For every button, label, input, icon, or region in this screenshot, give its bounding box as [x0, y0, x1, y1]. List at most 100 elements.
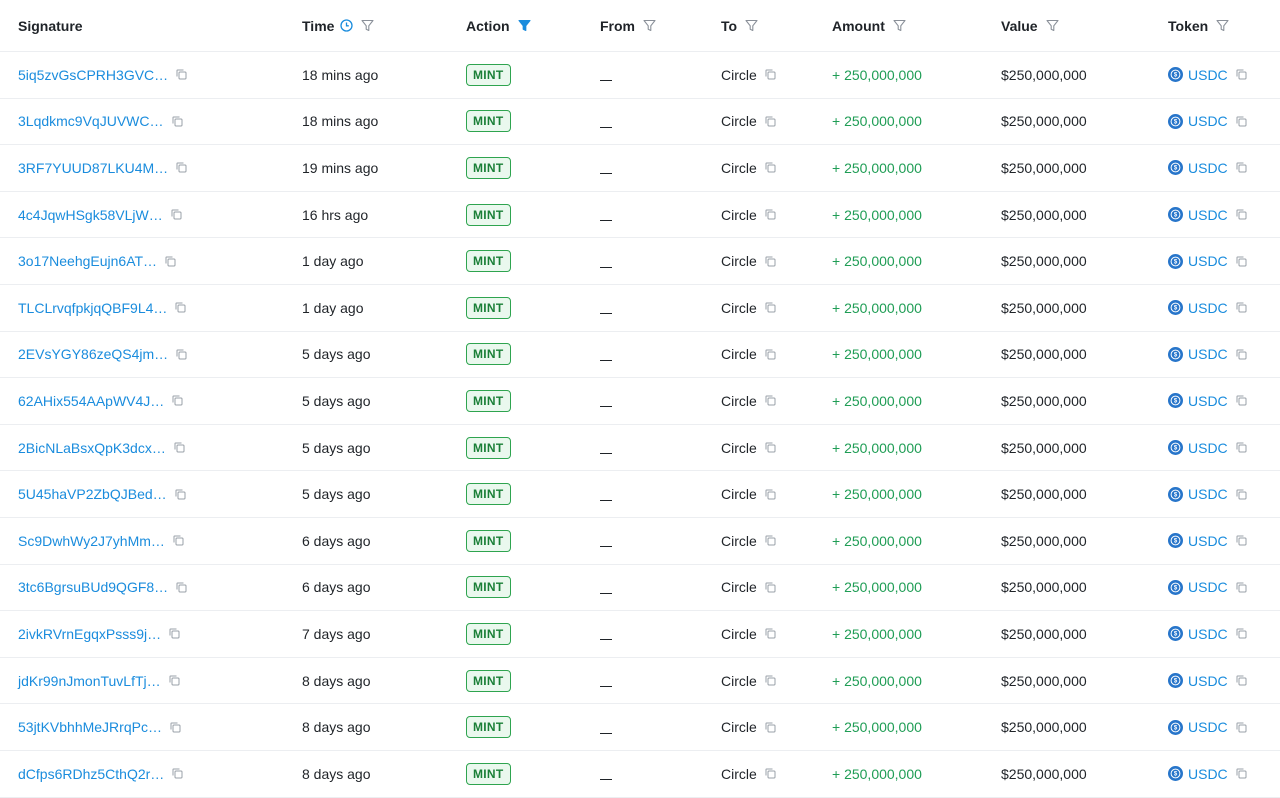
table-row[interactable]: 53jtKVbhhMeJRrqPc… 8 days ago MINT Circl…: [0, 704, 1280, 751]
to-text[interactable]: Circle: [721, 673, 757, 689]
copy-icon[interactable]: [765, 162, 776, 173]
copy-icon[interactable]: [765, 256, 776, 267]
copy-icon[interactable]: [1236, 442, 1247, 453]
token-link[interactable]: USDC: [1188, 533, 1228, 549]
copy-icon[interactable]: [176, 69, 187, 80]
copy-icon[interactable]: [1236, 628, 1247, 639]
copy-icon[interactable]: [1236, 162, 1247, 173]
copy-icon[interactable]: [172, 116, 183, 127]
copy-icon[interactable]: [765, 302, 776, 313]
signature-link[interactable]: 53jtKVbhhMeJRrqPc…: [18, 719, 162, 735]
copy-icon[interactable]: [765, 768, 776, 779]
copy-icon[interactable]: [765, 535, 776, 546]
copy-icon[interactable]: [765, 349, 776, 360]
to-text[interactable]: Circle: [721, 346, 757, 362]
signature-link[interactable]: 3Lqdkmc9VqJUVWC…: [18, 113, 164, 129]
copy-icon[interactable]: [765, 722, 776, 733]
token-link[interactable]: USDC: [1188, 673, 1228, 689]
table-row[interactable]: dCfps6RDhz5CthQ2r… 8 days ago MINT Circl…: [0, 751, 1280, 798]
copy-icon[interactable]: [765, 395, 776, 406]
value-filter-icon[interactable]: [1046, 19, 1059, 32]
copy-icon[interactable]: [765, 628, 776, 639]
to-text[interactable]: Circle: [721, 113, 757, 129]
table-row[interactable]: 5U45haVP2ZbQJBed… 5 days ago MINT Circle…: [0, 471, 1280, 518]
signature-link[interactable]: 5iq5zvGsCPRH3GVC…: [18, 67, 168, 83]
copy-icon[interactable]: [174, 442, 185, 453]
table-row[interactable]: 2EVsYGY86zeQS4jm… 5 days ago MINT Circle…: [0, 332, 1280, 379]
signature-link[interactable]: 2ivkRVrnEgqxPsss9j…: [18, 626, 161, 642]
to-text[interactable]: Circle: [721, 626, 757, 642]
copy-icon[interactable]: [1236, 349, 1247, 360]
token-link[interactable]: USDC: [1188, 440, 1228, 456]
copy-icon[interactable]: [765, 209, 776, 220]
token-link[interactable]: USDC: [1188, 486, 1228, 502]
copy-icon[interactable]: [172, 395, 183, 406]
copy-icon[interactable]: [765, 489, 776, 500]
to-text[interactable]: Circle: [721, 300, 757, 316]
copy-icon[interactable]: [1236, 302, 1247, 313]
copy-icon[interactable]: [175, 302, 186, 313]
signature-link[interactable]: 2BicNLaBsxQpK3dcx…: [18, 440, 166, 456]
copy-icon[interactable]: [765, 582, 776, 593]
to-text[interactable]: Circle: [721, 579, 757, 595]
token-link[interactable]: USDC: [1188, 626, 1228, 642]
signature-link[interactable]: 62AHix554AApWV4J…: [18, 393, 164, 409]
table-row[interactable]: 4c4JqwHSgk58VLjW… 16 hrs ago MINT Circle…: [0, 192, 1280, 239]
copy-icon[interactable]: [1236, 256, 1247, 267]
copy-icon[interactable]: [173, 535, 184, 546]
amount-filter-icon[interactable]: [893, 19, 906, 32]
to-text[interactable]: Circle: [721, 719, 757, 735]
copy-icon[interactable]: [1236, 675, 1247, 686]
copy-icon[interactable]: [1236, 395, 1247, 406]
table-row[interactable]: 2ivkRVrnEgqxPsss9j… 7 days ago MINT Circ…: [0, 611, 1280, 658]
copy-icon[interactable]: [176, 349, 187, 360]
table-row[interactable]: 62AHix554AApWV4J… 5 days ago MINT Circle…: [0, 378, 1280, 425]
copy-icon[interactable]: [172, 768, 183, 779]
signature-link[interactable]: TLCLrvqfpkjqQBF9L4…: [18, 300, 167, 316]
to-text[interactable]: Circle: [721, 533, 757, 549]
copy-icon[interactable]: [169, 675, 180, 686]
table-row[interactable]: 2BicNLaBsxQpK3dcx… 5 days ago MINT Circl…: [0, 425, 1280, 472]
token-link[interactable]: USDC: [1188, 393, 1228, 409]
signature-link[interactable]: 3tc6BgrsuBUd9QGF8…: [18, 579, 168, 595]
copy-icon[interactable]: [1236, 768, 1247, 779]
to-text[interactable]: Circle: [721, 440, 757, 456]
token-link[interactable]: USDC: [1188, 113, 1228, 129]
clock-icon[interactable]: [340, 19, 354, 32]
table-row[interactable]: TLCLrvqfpkjqQBF9L4… 1 day ago MINT Circl…: [0, 285, 1280, 332]
token-link[interactable]: USDC: [1188, 67, 1228, 83]
copy-icon[interactable]: [175, 489, 186, 500]
table-row[interactable]: Sc9DwhWy2J7yhMm… 6 days ago MINT Circle …: [0, 518, 1280, 565]
copy-icon[interactable]: [765, 116, 776, 127]
copy-icon[interactable]: [1236, 489, 1247, 500]
to-text[interactable]: Circle: [721, 253, 757, 269]
copy-icon[interactable]: [171, 209, 182, 220]
table-row[interactable]: 3RF7YUUD87LKU4M… 19 mins ago MINT Circle…: [0, 145, 1280, 192]
signature-link[interactable]: dCfps6RDhz5CthQ2r…: [18, 766, 164, 782]
token-filter-icon[interactable]: [1216, 19, 1229, 32]
from-filter-icon[interactable]: [643, 19, 656, 32]
to-text[interactable]: Circle: [721, 160, 757, 176]
copy-icon[interactable]: [1236, 722, 1247, 733]
to-filter-icon[interactable]: [745, 19, 758, 32]
signature-link[interactable]: Sc9DwhWy2J7yhMm…: [18, 533, 165, 549]
token-link[interactable]: USDC: [1188, 160, 1228, 176]
copy-icon[interactable]: [1236, 69, 1247, 80]
token-link[interactable]: USDC: [1188, 766, 1228, 782]
to-text[interactable]: Circle: [721, 766, 757, 782]
to-text[interactable]: Circle: [721, 207, 757, 223]
copy-icon[interactable]: [765, 69, 776, 80]
table-row[interactable]: jdKr99nJmonTuvLfTj… 8 days ago MINT Circ…: [0, 658, 1280, 705]
copy-icon[interactable]: [170, 722, 181, 733]
copy-icon[interactable]: [1236, 116, 1247, 127]
signature-link[interactable]: 3RF7YUUD87LKU4M…: [18, 160, 168, 176]
token-link[interactable]: USDC: [1188, 579, 1228, 595]
action-filter-icon[interactable]: [518, 19, 531, 32]
signature-link[interactable]: 4c4JqwHSgk58VLjW…: [18, 207, 163, 223]
copy-icon[interactable]: [765, 442, 776, 453]
token-link[interactable]: USDC: [1188, 346, 1228, 362]
copy-icon[interactable]: [1236, 535, 1247, 546]
signature-link[interactable]: 3o17NeehgEujn6AT…: [18, 253, 157, 269]
to-text[interactable]: Circle: [721, 486, 757, 502]
to-text[interactable]: Circle: [721, 67, 757, 83]
